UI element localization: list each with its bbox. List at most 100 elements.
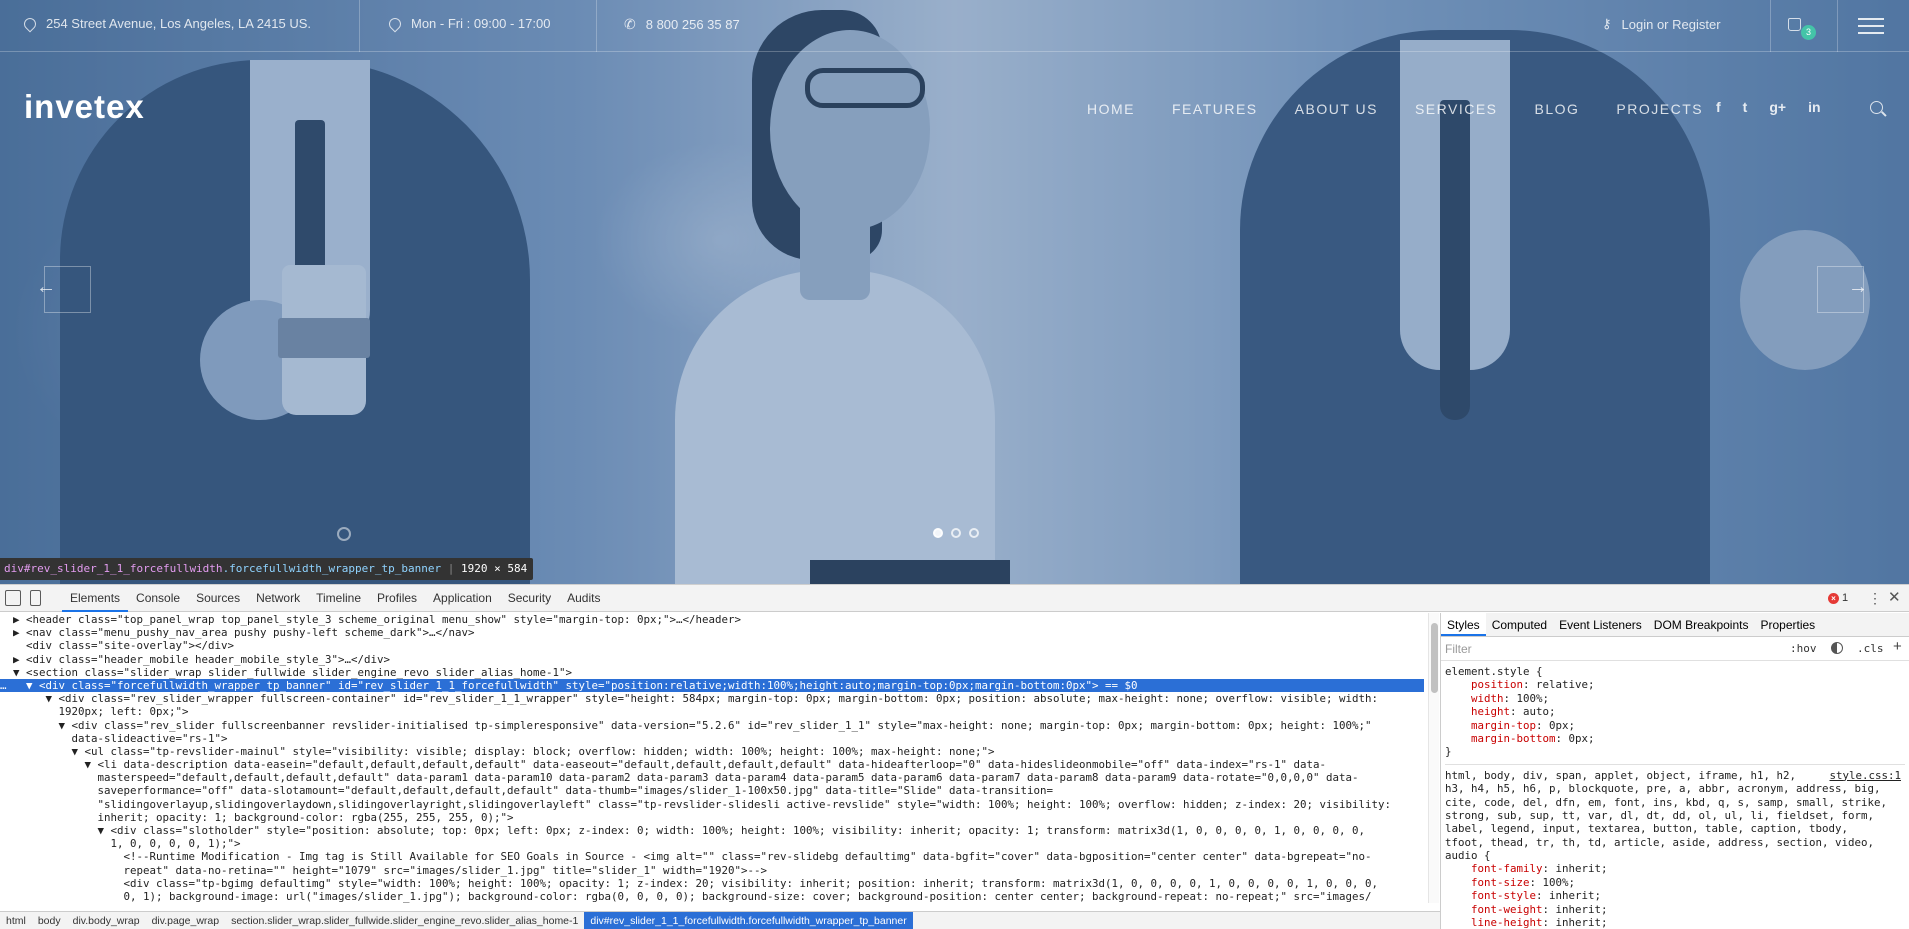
rule-selector[interactable]: h3, h4, h5, h6, p, blockquote, pre, a, a… bbox=[1445, 782, 1909, 795]
css-property-name[interactable]: margin-top bbox=[1471, 719, 1536, 732]
css-property-name[interactable]: width bbox=[1471, 692, 1504, 705]
site-logo[interactable]: invetex bbox=[24, 88, 145, 126]
scrollbar-thumb[interactable] bbox=[1431, 623, 1438, 693]
tab-styles[interactable]: Styles bbox=[1441, 613, 1486, 636]
error-counter[interactable]: × 1 bbox=[1828, 592, 1848, 604]
dom-node-line[interactable]: … ▼ <div class="forcefullwidth_wrapper_t… bbox=[0, 678, 1424, 693]
css-property-value[interactable]: inherit; bbox=[1549, 889, 1601, 902]
dom-node-line[interactable]: ▶ <div class="header_mobile header_mobil… bbox=[0, 653, 1424, 666]
css-property-value[interactable]: inherit; bbox=[1556, 916, 1608, 929]
breadcrumb-item[interactable]: div#rev_slider_1_1_forcefullwidth.forcef… bbox=[584, 912, 913, 929]
css-property-line[interactable]: width: 100%; bbox=[1445, 692, 1909, 705]
tab-properties[interactable]: Properties bbox=[1754, 613, 1821, 636]
twitter-icon[interactable]: t bbox=[1743, 99, 1748, 115]
tab-console[interactable]: Console bbox=[128, 585, 188, 612]
css-property-line[interactable]: margin-top: 0px; bbox=[1445, 719, 1909, 732]
breadcrumb-item[interactable]: body bbox=[32, 912, 67, 929]
tab-profiles[interactable]: Profiles bbox=[369, 585, 425, 612]
tab-application[interactable]: Application bbox=[425, 585, 500, 612]
dom-node-line[interactable]: data-slideactive="rs-1"> bbox=[0, 732, 1424, 745]
dom-node-line[interactable]: ▶ <nav class="menu_pushy_nav_area pushy … bbox=[0, 626, 1424, 639]
color-palette-icon[interactable] bbox=[1831, 642, 1843, 654]
css-property-line[interactable]: font-weight: inherit; bbox=[1445, 903, 1909, 916]
css-property-line[interactable]: margin-bottom: 0px; bbox=[1445, 732, 1909, 745]
tab-security[interactable]: Security bbox=[500, 585, 559, 612]
css-property-line[interactable]: position: relative; bbox=[1445, 678, 1909, 691]
slider-dot[interactable] bbox=[933, 528, 943, 538]
tab-elements[interactable]: Elements bbox=[62, 585, 129, 612]
css-property-name[interactable]: height bbox=[1471, 705, 1510, 718]
hamburger-menu-icon[interactable] bbox=[1858, 18, 1884, 34]
dom-node-line[interactable]: ▶ <header class="top_panel_wrap top_pane… bbox=[0, 613, 1424, 626]
dom-node-line[interactable]: 1, 0, 0, 0, 0, 1);"> bbox=[0, 837, 1424, 850]
dom-node-line[interactable]: repeat" data-no-retina="" height="1079" … bbox=[0, 864, 1424, 877]
dom-node-line[interactable]: <div class="tp-bgimg defaultimg" style="… bbox=[0, 877, 1424, 890]
dom-node-line[interactable]: 0, 1); background-image: url("images/sli… bbox=[0, 890, 1424, 903]
tab-event-listeners[interactable]: Event Listeners bbox=[1553, 613, 1648, 636]
css-property-line[interactable]: font-style: inherit; bbox=[1445, 889, 1909, 902]
dom-node-line[interactable]: ▼ <div class="rev_slider fullscreenbanne… bbox=[0, 719, 1424, 732]
css-property-value[interactable]: 0px; bbox=[1549, 719, 1575, 732]
css-property-line[interactable]: font-family: inherit; bbox=[1445, 862, 1909, 875]
breadcrumb-item[interactable]: div.body_wrap bbox=[67, 912, 146, 929]
rule-selector[interactable]: tfoot, thead, tr, th, td, article, aside… bbox=[1445, 836, 1909, 849]
dom-node-line[interactable]: ▼ <li data-description data-easein="defa… bbox=[0, 758, 1424, 771]
css-property-value[interactable]: 100%; bbox=[1543, 876, 1576, 889]
rule-selector[interactable]: label, legend, input, textarea, button, … bbox=[1445, 822, 1909, 835]
css-property-line[interactable]: line-height: inherit; bbox=[1445, 916, 1909, 929]
nav-item-projects[interactable]: PROJECTS bbox=[1616, 101, 1703, 117]
dom-node-line[interactable]: ▼ <div class="rev_slider_wrapper fullscr… bbox=[0, 692, 1424, 705]
nav-item-home[interactable]: HOME bbox=[1087, 101, 1135, 117]
google-plus-icon[interactable]: g+ bbox=[1769, 99, 1786, 115]
tab-audits[interactable]: Audits bbox=[559, 585, 608, 612]
css-property-name[interactable]: font-weight bbox=[1471, 903, 1543, 916]
search-icon[interactable] bbox=[1870, 101, 1883, 114]
nav-item-features[interactable]: FEATURES bbox=[1172, 101, 1258, 117]
more-options-icon[interactable]: ⋮ bbox=[1868, 590, 1882, 607]
css-property-value[interactable]: auto; bbox=[1523, 705, 1556, 718]
arrow-left-icon[interactable]: ← bbox=[36, 276, 56, 299]
hover-state-toggle[interactable]: :hov bbox=[1790, 642, 1817, 655]
dom-node-line[interactable]: saveperformance="off" data-slotamount="d… bbox=[0, 784, 1424, 797]
css-property-name[interactable]: margin-bottom bbox=[1471, 732, 1556, 745]
rule-selector[interactable]: element.style { bbox=[1445, 665, 1909, 678]
dom-node-line[interactable]: inherit; opacity: 1; background-color: r… bbox=[0, 811, 1424, 824]
breadcrumb-item[interactable]: div.page_wrap bbox=[146, 912, 226, 929]
css-property-name[interactable]: position bbox=[1471, 678, 1523, 691]
dom-node-line[interactable]: <div class="site-overlay"></div> bbox=[0, 639, 1424, 652]
rule-selector[interactable]: strong, sub, sup, tt, var, dl, dt, dd, o… bbox=[1445, 809, 1909, 822]
css-property-name[interactable]: font-style bbox=[1471, 889, 1536, 902]
stylesheet-source-link[interactable]: style.css:1 bbox=[1829, 769, 1901, 782]
slider-dot[interactable] bbox=[969, 528, 979, 538]
dom-node-line[interactable]: ▼ <section class="slider_wrap slider_ful… bbox=[0, 666, 1424, 679]
rule-selector[interactable]: cite, code, del, dfn, em, font, ins, kbd… bbox=[1445, 796, 1909, 809]
inspect-element-icon[interactable] bbox=[5, 590, 21, 606]
css-property-value[interactable]: 0px; bbox=[1569, 732, 1595, 745]
css-property-name[interactable]: font-size bbox=[1471, 876, 1530, 889]
class-toggle[interactable]: .cls bbox=[1857, 642, 1884, 655]
tab-sources[interactable]: Sources bbox=[188, 585, 248, 612]
css-property-line[interactable]: font-size: 100%; bbox=[1445, 876, 1909, 889]
login-text[interactable]: Login or Register bbox=[1622, 17, 1721, 32]
tab-dom-breakpoints[interactable]: DOM Breakpoints bbox=[1648, 613, 1755, 636]
scroll-indicator-icon[interactable] bbox=[337, 527, 351, 541]
nav-item-blog[interactable]: BLOG bbox=[1535, 101, 1580, 117]
dom-node-line[interactable]: <!--Runtime Modification - Img tag is St… bbox=[0, 850, 1424, 863]
css-property-name[interactable]: line-height bbox=[1471, 916, 1543, 929]
arrow-right-icon[interactable]: → bbox=[1848, 276, 1868, 299]
breadcrumb-item[interactable]: section.slider_wrap.slider_fullwide.slid… bbox=[225, 912, 584, 929]
facebook-icon[interactable]: f bbox=[1716, 99, 1721, 115]
css-property-value[interactable]: 100%; bbox=[1517, 692, 1550, 705]
close-icon[interactable]: ✕ bbox=[1888, 588, 1901, 606]
css-property-line[interactable]: height: auto; bbox=[1445, 705, 1909, 718]
dom-node-line[interactable]: ▼ <ul class="tp-revslider-mainul" style=… bbox=[0, 745, 1424, 758]
tab-computed[interactable]: Computed bbox=[1486, 613, 1553, 636]
login-link[interactable]: ⚷ Login or Register bbox=[1602, 16, 1721, 32]
style-rules[interactable]: element.style { position: relative; widt… bbox=[1441, 661, 1909, 929]
dom-node-line[interactable]: ▼ <div class="slotholder" style="positio… bbox=[0, 824, 1424, 837]
rule-selector[interactable]: html, body, div, span, applet, object, i… bbox=[1445, 769, 1909, 782]
tab-timeline[interactable]: Timeline bbox=[308, 585, 369, 612]
dom-node-line[interactable]: 1920px; left: 0px;"> bbox=[0, 705, 1424, 718]
styles-filter-input[interactable] bbox=[1445, 641, 1695, 657]
linkedin-icon[interactable]: in bbox=[1808, 99, 1820, 115]
